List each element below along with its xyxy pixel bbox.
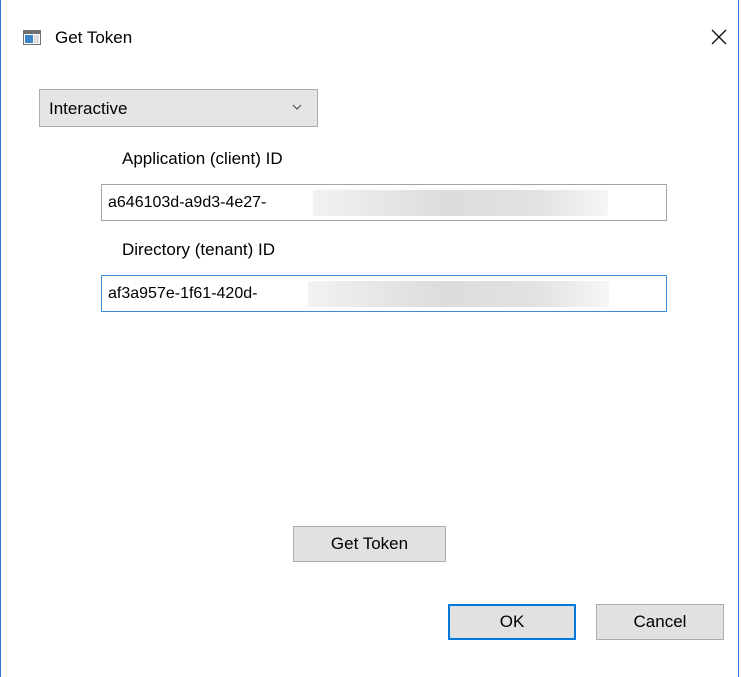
tenant-id-redaction (308, 281, 609, 307)
get-token-button[interactable]: Get Token (293, 526, 446, 562)
close-icon (711, 29, 727, 45)
tenant-id-input[interactable]: af3a957e-1f61-420d- (101, 275, 667, 312)
auth-mode-dropdown[interactable]: Interactive (39, 89, 318, 127)
close-button[interactable] (700, 20, 736, 52)
auth-mode-selected: Interactive (49, 99, 128, 118)
client-id-value: a646103d-a9d3-4e27- (108, 194, 267, 211)
chevron-down-icon (292, 104, 302, 110)
title-bar[interactable]: Get Token (1, 0, 738, 70)
tenant-id-label: Directory (tenant) ID (122, 240, 276, 259)
get-token-dialog: Get Token Interactive Application (clien… (0, 0, 739, 677)
client-id-input[interactable]: a646103d-a9d3-4e27- (101, 184, 667, 221)
tenant-id-value: af3a957e-1f61-420d- (108, 285, 258, 302)
ok-button[interactable]: OK (448, 604, 576, 640)
cancel-button[interactable]: Cancel (596, 604, 724, 640)
client-id-label: Application (client) ID (122, 149, 283, 168)
window-title: Get Token (55, 28, 133, 47)
client-id-redaction (313, 190, 608, 216)
window-app-icon (23, 30, 41, 45)
